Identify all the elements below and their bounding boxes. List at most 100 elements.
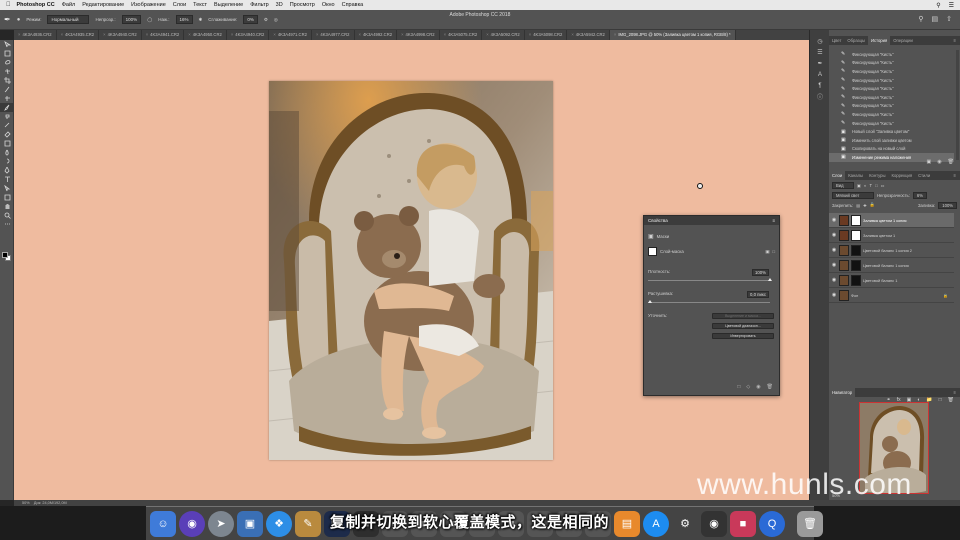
flow-field[interactable]: 16% <box>175 15 193 24</box>
healing-tool-icon[interactable] <box>0 94 14 103</box>
close-tab-icon[interactable]: × <box>273 32 275 37</box>
document-tab[interactable]: × 4K3A5092.CR2 <box>482 30 525 40</box>
apple-menu-icon[interactable]:  <box>6 2 11 8</box>
path-select-tool-icon[interactable] <box>0 184 14 193</box>
delete-mask-icon[interactable]: 🗑 <box>767 384 773 390</box>
hand-tool-icon[interactable] <box>0 202 14 211</box>
brush-settings-icon[interactable]: ✒ <box>810 58 830 69</box>
smoothing-field[interactable]: 0% <box>243 15 258 24</box>
crop-tool-icon[interactable] <box>0 76 14 85</box>
document-tab[interactable]: × 4K3A4998.CR2 <box>397 30 440 40</box>
blur-tool-icon[interactable] <box>0 148 14 157</box>
menu-3d[interactable]: 3D <box>276 2 283 8</box>
close-tab-icon[interactable]: × <box>61 32 63 37</box>
layer-visibility-icon[interactable]: ◉ <box>831 247 837 253</box>
history-item[interactable]: ✎ Фиксирующая "Кисть" <box>829 93 954 102</box>
airbrush-icon[interactable]: ✱ <box>199 17 203 23</box>
density-field[interactable]: 100% <box>752 269 769 276</box>
brush-tool-icon[interactable] <box>0 103 14 112</box>
info-icon[interactable]: ⓘ <box>810 91 830 102</box>
document-tab[interactable]: × 4K3A4950.CR2 <box>184 30 227 40</box>
app-menu[interactable]: Photoshop CC <box>17 2 55 8</box>
document-tab[interactable]: × 4K3A4935.CR2 <box>57 30 100 40</box>
symmetry-icon[interactable]: ◎ <box>274 17 278 23</box>
photo-preview-icon[interactable]: ▣ <box>237 510 263 537</box>
fill-field[interactable]: 100% <box>938 201 957 209</box>
close-tab-icon[interactable]: × <box>444 32 446 37</box>
close-tab-icon[interactable]: × <box>486 32 488 37</box>
layer-mask-thumbnail[interactable] <box>851 244 861 256</box>
eyedropper-tool-icon[interactable] <box>0 85 14 94</box>
document-tab[interactable]: × IMG_2098.JPG @ 50% (Заливка цветом 1 ко… <box>609 30 736 40</box>
layer-row[interactable]: ◉ Цветовой баланс 1 копия 2 <box>829 243 954 258</box>
layer-visibility-icon[interactable]: ◉ <box>831 277 837 283</box>
layer-visibility-icon[interactable]: ◉ <box>831 217 837 223</box>
history-item[interactable]: ✎ Фиксирующая "Кисть" <box>829 119 954 128</box>
workspace-icon[interactable]: ▤ <box>932 15 939 23</box>
filter-adjust-icon[interactable]: ◐ <box>864 183 867 188</box>
close-tab-icon[interactable]: × <box>359 32 361 37</box>
tab-paths[interactable]: Контуры <box>866 171 888 180</box>
apply-mask-icon[interactable]: ◇ <box>746 384 750 390</box>
panel-menu-icon[interactable]: ≡ <box>954 38 956 43</box>
layer-row[interactable]: ◉ Цветовой баланс 1 копия <box>829 258 954 273</box>
tab-actions[interactable]: Операции <box>890 36 916 45</box>
lock-position-icon[interactable]: ✚ <box>863 203 867 208</box>
history-item[interactable]: ✎ Фиксирующая "Кисть" <box>829 84 954 93</box>
panel-menu-icon[interactable]: ≡ <box>954 390 956 395</box>
delete-icon[interactable]: 🗑 <box>948 159 954 165</box>
properties-icon[interactable]: ☰ <box>810 47 830 58</box>
history-item[interactable]: ✎ Фиксирующая "Кисть" <box>829 59 954 68</box>
lasso-tool-icon[interactable] <box>0 58 14 67</box>
tab-adjustments[interactable]: Коррекция <box>889 171 916 180</box>
safari-icon[interactable]: ❖ <box>266 510 292 537</box>
filter-pixel-icon[interactable]: ▣ <box>857 183 861 188</box>
history-item[interactable]: ✎ Фиксирующая "Кисть" <box>829 67 954 76</box>
launchpad-icon[interactable]: ➤ <box>208 510 234 537</box>
finder-icon[interactable]: ☺ <box>150 510 176 537</box>
layer-mask-thumbnail[interactable] <box>851 229 861 241</box>
document-tab[interactable]: × 4K3A5075.CR2 <box>440 30 483 40</box>
history-item[interactable]: ▣ Изменить слой заливки цветом <box>829 136 954 145</box>
system-preferences-icon[interactable]: ⚙ <box>672 510 698 537</box>
quick-select-tool-icon[interactable] <box>0 67 14 76</box>
layer-thumbnail[interactable] <box>839 229 849 241</box>
app-icon-21[interactable]: ■ <box>730 510 756 537</box>
siri-icon[interactable]: ◉ <box>179 510 205 537</box>
document-image[interactable] <box>269 81 553 460</box>
close-tab-icon[interactable]: × <box>571 32 573 37</box>
foreground-color-swatch[interactable] <box>2 252 8 258</box>
filter-type-icon[interactable]: T <box>870 183 873 188</box>
menu-type[interactable]: Текст <box>193 2 207 8</box>
filter-smart-icon[interactable]: ▭ <box>881 183 885 188</box>
gradient-tool-icon[interactable] <box>0 139 14 148</box>
tab-color[interactable]: Цвет <box>829 36 844 45</box>
layer-row[interactable]: ◉ Фон 🔒 <box>829 288 954 303</box>
marquee-tool-icon[interactable] <box>0 49 14 58</box>
layer-visibility-icon[interactable]: ◉ <box>831 232 837 238</box>
document-tab[interactable]: × 4K3A5098.CR2 <box>525 30 568 40</box>
history-item[interactable]: ✎ Фиксирующая "Кисть" <box>829 102 954 111</box>
close-tab-icon[interactable]: × <box>614 32 616 37</box>
layer-row[interactable]: ◉ Заливка цветом 1 копия <box>829 213 954 228</box>
document-tab[interactable]: × 4K3A4977.CR2 <box>312 30 355 40</box>
layer-thumbnail[interactable] <box>839 289 849 301</box>
history-item[interactable]: ▣ Новый слой "Заливка цветом" <box>829 127 954 136</box>
share-icon[interactable]: ⇧ <box>946 15 952 23</box>
brush-tool-preset-icon[interactable]: ✒ <box>4 15 11 24</box>
dodge-tool-icon[interactable] <box>0 157 14 166</box>
close-tab-icon[interactable]: × <box>401 32 403 37</box>
mask-thumbnail[interactable] <box>648 247 657 256</box>
lock-pixels-icon[interactable]: ▤ <box>856 203 860 208</box>
document-tab[interactable]: × 4K3A5942.CR2 <box>567 30 610 40</box>
close-tab-icon[interactable]: × <box>146 32 148 37</box>
vector-mask-icon[interactable]: □ <box>772 249 775 254</box>
quicktime-icon[interactable]: Q <box>759 510 785 537</box>
character-icon[interactable]: A <box>810 69 830 80</box>
shape-tool-icon[interactable] <box>0 193 14 202</box>
smoothing-settings-icon[interactable]: ⚙ <box>264 17 268 23</box>
history-icon[interactable]: ◷ <box>810 36 830 47</box>
layer-filter-dropdown[interactable]: Вид <box>832 181 854 189</box>
tab-history[interactable]: История <box>868 36 891 45</box>
app-store-icon[interactable]: A <box>643 510 669 537</box>
